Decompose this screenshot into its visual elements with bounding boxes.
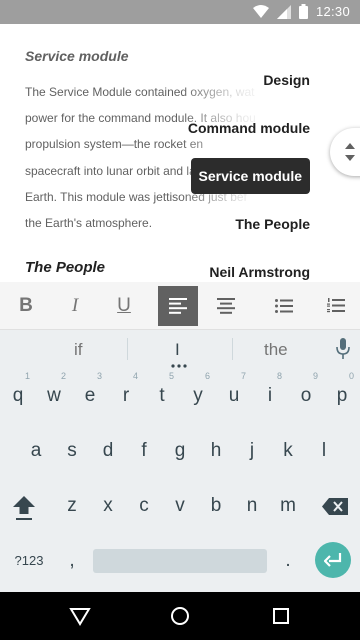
enter-icon [324, 553, 342, 567]
outline-item-service-module[interactable]: Service module [190, 158, 310, 194]
key-y[interactable]: 6y [181, 372, 215, 416]
suggestion-strip: if I the [0, 330, 360, 370]
key-x[interactable]: x [91, 486, 125, 526]
bulleted-list-icon [275, 298, 293, 313]
outline-item-design[interactable]: Design [263, 72, 310, 88]
fast-scroll-handle[interactable] [330, 128, 360, 176]
key-n[interactable]: n [235, 486, 269, 526]
section-heading: Service module [25, 48, 129, 64]
backspace-icon [322, 498, 348, 515]
text-style-group: B I U [0, 282, 150, 330]
list-group [258, 282, 360, 330]
status-icons: 12:30 [252, 4, 350, 19]
back-icon[interactable] [68, 604, 92, 628]
key-o[interactable]: 9o [289, 372, 323, 416]
outline-item-neil-armstrong[interactable]: Neil Armstrong [209, 264, 310, 280]
key-i[interactable]: 8i [253, 372, 287, 416]
key-w[interactable]: 2w [37, 372, 71, 416]
align-center-icon [217, 297, 235, 314]
align-center-button[interactable] [202, 282, 250, 330]
key-q[interactable]: 1q [1, 372, 35, 416]
outline-item-command-module[interactable]: Command module [188, 120, 310, 136]
suggestion-left[interactable]: if [74, 340, 83, 360]
numbered-list-icon [327, 298, 345, 313]
outline-item-the-people[interactable]: The People [235, 216, 310, 232]
key-v[interactable]: v [163, 486, 197, 526]
key-e[interactable]: 3e [73, 372, 107, 416]
wifi-icon [252, 4, 269, 18]
navigation-bar [0, 592, 360, 640]
period-key[interactable]: . [271, 541, 305, 581]
underline-button[interactable]: U [98, 282, 150, 330]
key-u[interactable]: 7u [217, 372, 251, 416]
key-g[interactable]: g [163, 431, 197, 471]
signal-icon [276, 4, 291, 19]
key-m[interactable]: m [271, 486, 305, 526]
numbered-list-button[interactable] [310, 282, 360, 330]
suggestion-right[interactable]: the [264, 340, 288, 360]
key-z[interactable]: z [55, 486, 89, 526]
section-heading-2: The People [25, 259, 106, 276]
suggestion-divider [127, 338, 128, 360]
more-suggestions-icon[interactable] [171, 364, 187, 368]
key-b[interactable]: b [199, 486, 233, 526]
key-p[interactable]: 0p [325, 372, 359, 416]
screen: 12:30 Service module The Service Module … [0, 0, 360, 640]
align-left-button[interactable] [158, 285, 198, 326]
format-toolbar: B I U [0, 282, 360, 330]
enter-key[interactable] [315, 542, 351, 578]
bulleted-list-button[interactable] [258, 282, 310, 330]
comma-key[interactable]: , [55, 541, 89, 581]
document-content[interactable]: Service module The Service Module contai… [0, 24, 360, 282]
status-time: 12:30 [315, 4, 350, 19]
key-f[interactable]: f [127, 431, 161, 471]
status-bar: 12:30 [0, 0, 360, 24]
align-left-icon [169, 297, 187, 314]
backspace-key[interactable] [318, 486, 352, 526]
recents-icon[interactable] [269, 604, 293, 628]
space-bar[interactable] [93, 549, 267, 573]
key-k[interactable]: k [271, 431, 305, 471]
suggestion-center[interactable]: I [175, 340, 180, 360]
key-l[interactable]: l [307, 431, 341, 471]
key-r[interactable]: 4r [109, 372, 143, 416]
key-s[interactable]: s [55, 431, 89, 471]
key-d[interactable]: d [91, 431, 125, 471]
suggestion-divider [232, 338, 233, 360]
italic-button[interactable]: I [52, 282, 98, 330]
symbols-key[interactable]: ?123 [9, 541, 49, 581]
key-h[interactable]: h [199, 431, 233, 471]
shift-icon [13, 496, 35, 520]
bold-button[interactable]: B [0, 282, 52, 330]
key-c[interactable]: c [127, 486, 161, 526]
shift-key[interactable] [7, 486, 41, 526]
keyboard: 1q 2w 3e 4r 5t 6y 7u 8i 9o 0p a s d f g … [0, 370, 360, 592]
microphone-icon[interactable] [336, 338, 350, 360]
battery-icon [298, 4, 308, 19]
key-t[interactable]: 5t [145, 372, 179, 416]
key-j[interactable]: j [235, 431, 269, 471]
home-icon[interactable] [168, 604, 192, 628]
key-a[interactable]: a [19, 431, 53, 471]
up-down-arrows-icon [345, 143, 355, 161]
alignment-group [154, 282, 250, 330]
